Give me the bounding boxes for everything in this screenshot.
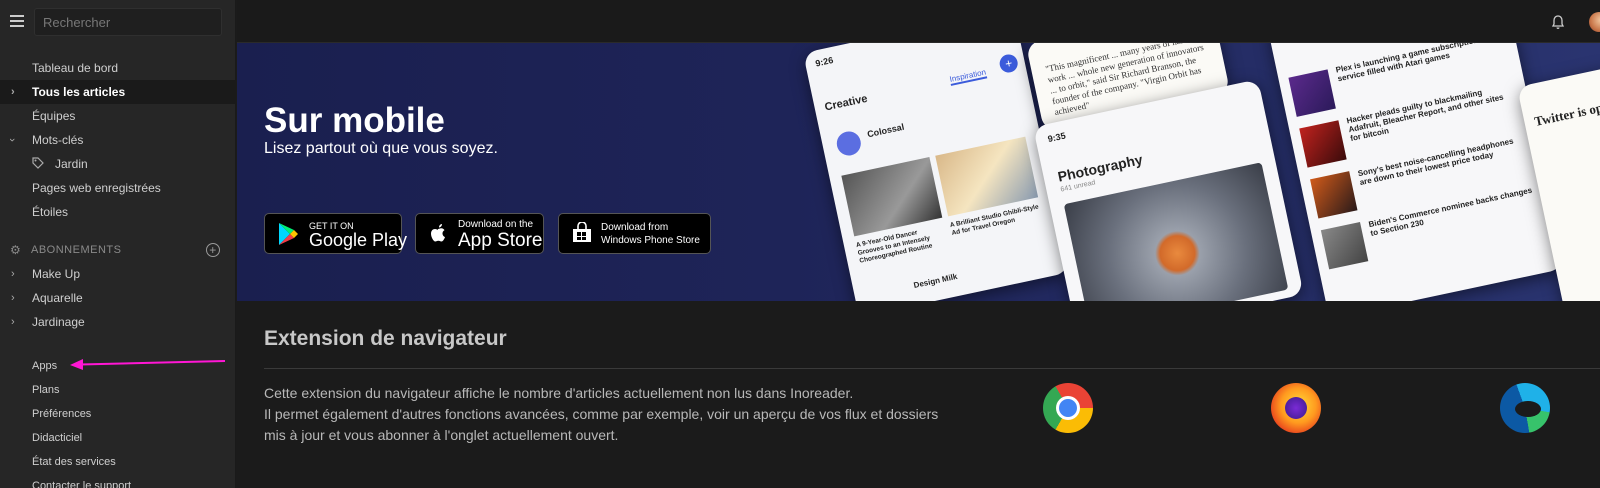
sidebar-item-label: Pages web enregistrées bbox=[32, 181, 161, 195]
extension-description-line2: Il permet également d'autres fonctions a… bbox=[264, 406, 939, 422]
windows-store-icon bbox=[573, 222, 591, 242]
sidebar-item-jardinage[interactable]: › Jardinage bbox=[0, 310, 235, 334]
plus-icon: + bbox=[997, 52, 1020, 75]
article-title: Hacker pleads guilty to blackmailing Ada… bbox=[1345, 87, 1505, 144]
feed-logo bbox=[834, 129, 864, 158]
phone-time: 9:26 bbox=[814, 55, 835, 69]
search-input[interactable] bbox=[34, 8, 222, 36]
sidebar-item-dashboard[interactable]: Tableau de bord bbox=[0, 56, 235, 80]
sidebar-item-contact-support[interactable]: Contacter le support bbox=[0, 474, 235, 488]
sidebar-item-label: État des services bbox=[32, 456, 116, 468]
sidebar-item-tag-jardin[interactable]: Jardin bbox=[0, 152, 235, 176]
gear-icon[interactable]: ⚙ bbox=[10, 238, 21, 262]
top-bar bbox=[237, 0, 1600, 43]
sidebar-item-label: Tableau de bord bbox=[32, 61, 119, 75]
sidebar-item-label: Plans bbox=[32, 384, 60, 396]
chevron-right-icon[interactable]: › bbox=[11, 310, 15, 334]
sidebar-item-all-articles[interactable]: › Tous les articles bbox=[0, 80, 235, 104]
tag-icon bbox=[32, 157, 44, 169]
sidebar-item-label: Tous les articles bbox=[32, 85, 126, 99]
subscriptions-header: ⚙ ABONNEMENTS + bbox=[0, 238, 235, 262]
bell-icon[interactable] bbox=[1552, 15, 1564, 29]
extension-description-line1: Cette extension du navigateur affiche le… bbox=[264, 385, 854, 401]
sidebar-item-tags[interactable]: › Mots-clés bbox=[0, 128, 235, 152]
add-subscription-icon[interactable]: + bbox=[206, 243, 220, 257]
sidebar-item-aquarelle[interactable]: › Aquarelle bbox=[0, 286, 235, 310]
app-store-big: App Store bbox=[458, 230, 543, 251]
article-thumb bbox=[1288, 69, 1336, 117]
article-thumb bbox=[1320, 221, 1369, 270]
sidebar-item-service-status[interactable]: État des services bbox=[0, 450, 235, 474]
phone-mockups: 9:26 Creative Inspiration + Colossal A 9… bbox=[797, 43, 1600, 301]
firefox-icon[interactable] bbox=[1271, 383, 1321, 433]
app-store-button[interactable]: Download on the App Store bbox=[415, 213, 544, 254]
sidebar-item-label: Jardin bbox=[55, 157, 88, 171]
sidebar: Tableau de bord › Tous les articles Équip… bbox=[0, 0, 236, 488]
avatar[interactable] bbox=[1589, 12, 1600, 32]
edge-icon[interactable] bbox=[1500, 383, 1550, 433]
sidebar-item-label: Préférences bbox=[32, 408, 92, 420]
google-play-big: Google Play bbox=[309, 230, 408, 250]
apple-icon bbox=[431, 224, 445, 242]
extension-title: Extension de navigateur bbox=[264, 327, 507, 350]
article-thumb bbox=[1310, 171, 1358, 219]
sidebar-item-label: Aquarelle bbox=[32, 291, 83, 305]
hero-title: Sur mobile bbox=[264, 101, 445, 140]
phone-mockup-creative: 9:26 Creative Inspiration + Colossal A 9… bbox=[803, 43, 1070, 301]
article-title: Biden's Commerce nominee backs changes t… bbox=[1367, 185, 1533, 238]
chevron-right-icon[interactable]: › bbox=[11, 286, 15, 310]
annotation-arrow bbox=[70, 359, 226, 370]
photo-robin bbox=[1063, 162, 1289, 301]
app-store-small: Download on the bbox=[458, 219, 534, 230]
sidebar-item-label: Make Up bbox=[32, 267, 81, 281]
menu-icon[interactable] bbox=[10, 15, 24, 27]
article-thumb bbox=[1299, 120, 1347, 168]
sidebar-item-plans[interactable]: Plans bbox=[0, 378, 235, 402]
sidebar-item-label: Jardinage bbox=[32, 315, 85, 329]
sidebar-item-label: Équipes bbox=[32, 109, 76, 123]
phone-title: Creative bbox=[823, 92, 869, 114]
article-thumb bbox=[935, 136, 1039, 217]
phone-tab: Inspiration bbox=[948, 67, 988, 86]
chrome-icon[interactable] bbox=[1043, 383, 1093, 433]
phone-mockup-news: Plex is launching a game subscription se… bbox=[1267, 43, 1565, 301]
windows-store-button[interactable]: Download from Windows Phone Store bbox=[558, 213, 711, 254]
sidebar-item-label: Contacter le support bbox=[32, 480, 132, 488]
side-article-title: Twitter is op free bbox=[1533, 95, 1600, 129]
chevron-right-icon[interactable]: › bbox=[11, 262, 15, 286]
extension-description-line3: mis à jour et vous abonner à l'onglet ac… bbox=[264, 427, 619, 443]
sidebar-item-label: Didacticiel bbox=[32, 432, 83, 444]
windows-store-line1: Download from bbox=[601, 222, 669, 233]
sidebar-item-saved-pages[interactable]: Pages web enregistrées bbox=[0, 176, 235, 200]
phone-title: Photography bbox=[1056, 151, 1145, 185]
google-play-icon bbox=[279, 223, 298, 245]
article-thumb bbox=[841, 156, 943, 237]
sidebar-item-label: Apps bbox=[32, 360, 58, 372]
feed-name: Colossal bbox=[866, 121, 906, 140]
mobile-hero-banner: Sur mobile Lisez partout où que vous soy… bbox=[237, 43, 1600, 301]
sidebar-item-tutorial[interactable]: Didacticiel bbox=[0, 426, 235, 450]
hero-subtitle: Lisez partout où que vous soyez. bbox=[264, 140, 498, 157]
google-play-button[interactable]: GET IT ON Google Play bbox=[264, 213, 407, 254]
subscriptions-label: ABONNEMENTS bbox=[31, 244, 122, 256]
sidebar-item-teams[interactable]: Équipes bbox=[0, 104, 235, 128]
feed-footer: Design Milk bbox=[912, 271, 959, 290]
chevron-down-icon[interactable]: › bbox=[0, 138, 24, 142]
sidebar-item-makeup[interactable]: › Make Up bbox=[0, 262, 235, 286]
sidebar-item-preferences[interactable]: Préférences bbox=[0, 402, 235, 426]
sidebar-item-label: Mots-clés bbox=[32, 133, 84, 147]
chevron-right-icon[interactable]: › bbox=[11, 80, 15, 104]
sidebar-item-label: Étoiles bbox=[32, 205, 69, 219]
windows-store-line2: Windows Phone Store bbox=[601, 235, 700, 246]
sidebar-item-stars[interactable]: Étoiles bbox=[0, 200, 235, 224]
article-title: Sony's best noise-cancelling headphones … bbox=[1356, 136, 1515, 188]
divider bbox=[264, 368, 1600, 369]
article-title: Plex is launching a game subscription se… bbox=[1334, 43, 1480, 84]
